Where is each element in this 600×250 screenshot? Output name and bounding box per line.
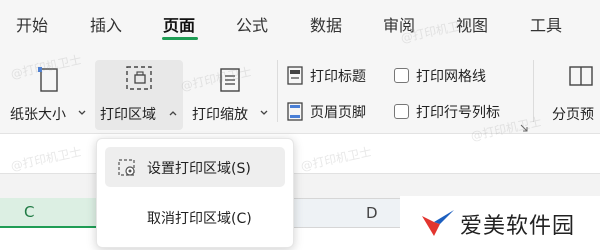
tab-data[interactable]: 数据 [310, 12, 342, 36]
active-tab-indicator [162, 37, 198, 40]
print-area-dropdown: 设置打印区域(S) 取消打印区域(C) [96, 138, 294, 248]
print-area-icon [126, 66, 152, 90]
print-headings-check[interactable] [394, 104, 409, 119]
ribbon-divider [533, 60, 534, 122]
set-print-area-icon [118, 159, 135, 176]
ribbon-tab-bar: 开始 插入 页面 公式 数据 审阅 视图 工具 [0, 0, 600, 46]
tab-insert[interactable]: 插入 [90, 12, 122, 36]
column-c-label: C [24, 203, 35, 221]
print-titles-button[interactable]: 打印标题 [286, 64, 386, 88]
clear-print-area-item[interactable]: 取消打印区域(C) [105, 197, 285, 237]
chevron-up-icon [169, 111, 177, 116]
chevron-down-icon [260, 110, 268, 115]
tab-start[interactable]: 开始 [16, 12, 48, 36]
header-footer-label: 页眉页脚 [310, 105, 366, 121]
paper-size-icon [38, 67, 58, 92]
tab-review[interactable]: 审阅 [383, 12, 415, 36]
set-print-area-label: 设置打印区域(S) [147, 161, 251, 177]
set-print-area-item[interactable]: 设置打印区域(S) [105, 147, 285, 187]
print-gridlines-checkbox[interactable]: 打印网格线 [394, 64, 514, 88]
ribbon-divider [277, 60, 278, 122]
header-footer-icon [287, 102, 303, 121]
print-scale-icon [220, 68, 240, 92]
paper-size-button[interactable]: 纸张大小 [6, 46, 90, 130]
print-gridlines-label: 打印网格线 [416, 69, 486, 85]
column-d-header[interactable]: D [366, 204, 378, 222]
print-gridlines-check[interactable] [394, 68, 409, 83]
print-area-label: 打印区域 [100, 107, 156, 123]
print-headings-label: 打印行号列标 [416, 105, 500, 121]
chevron-down-icon [78, 110, 86, 115]
print-area-button[interactable]: 打印区域 [95, 60, 183, 130]
print-titles-label: 打印标题 [310, 69, 366, 85]
page-break-preview-button[interactable]: 分页预 [548, 46, 600, 130]
tab-formula[interactable]: 公式 [236, 12, 268, 36]
page-break-preview-label: 分页预 [552, 107, 594, 123]
page-break-preview-icon [569, 66, 593, 86]
brand-logo-icon [422, 210, 454, 236]
brand-name: 爱美软件园 [460, 214, 576, 239]
print-scale-button[interactable]: 打印缩放 [190, 46, 272, 130]
formula-bar[interactable] [0, 134, 600, 174]
tab-view[interactable]: 视图 [456, 12, 488, 36]
ribbon-page: 纸张大小 打印区域 打印缩放 打印标题 页眉页脚 打印网格线 打印行号列标 分页… [0, 46, 600, 134]
print-headings-checkbox[interactable]: 打印行号列标 [394, 100, 524, 124]
brand-watermark: 爱美软件园 [400, 196, 600, 250]
column-c-header-selected[interactable]: C [0, 198, 100, 228]
print-titles-icon [287, 66, 303, 85]
dialog-launcher-icon[interactable] [520, 124, 528, 132]
paper-size-label: 纸张大小 [10, 107, 66, 123]
tab-page[interactable]: 页面 [163, 12, 195, 36]
clear-print-area-label: 取消打印区域(C) [147, 211, 252, 227]
tab-tools[interactable]: 工具 [530, 12, 562, 36]
header-footer-button[interactable]: 页眉页脚 [286, 100, 386, 124]
print-scale-label: 打印缩放 [192, 107, 248, 123]
